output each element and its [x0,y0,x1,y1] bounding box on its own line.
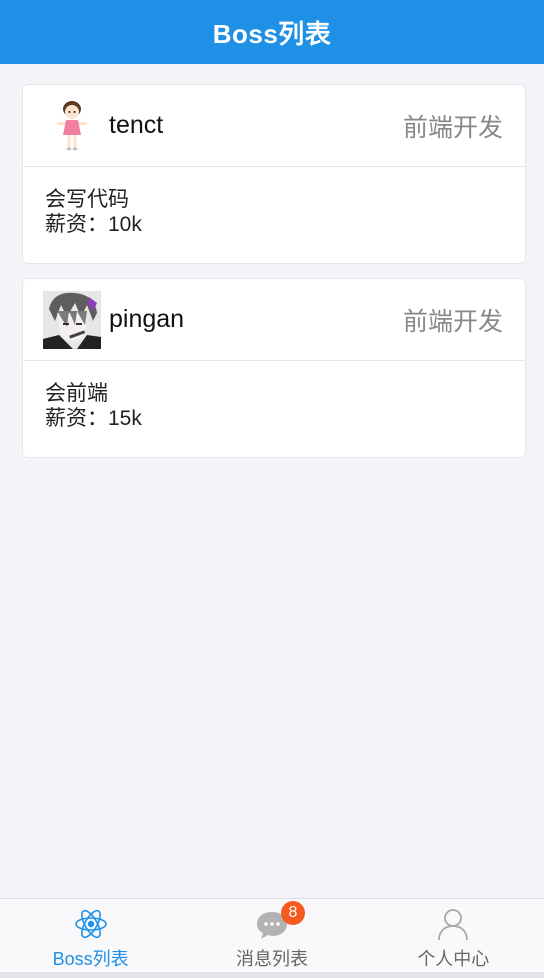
job-description: 会前端 [45,382,108,405]
tab-label: 消息列表 [235,949,308,969]
boss-name: pingan [109,305,185,333]
boss-list: tenct 前端开发 会写代码 薪资：10k pingan 前端开发 会前端 薪… [0,64,544,458]
cartoon-girl-avatar [43,97,101,155]
boss-card[interactable]: pingan 前端开发 会前端 薪资：15k [22,278,526,458]
app-root: Boss列表 tenct 前端开发 会写代码 薪资：10k pingan 前端开… [0,0,544,978]
card-body: 会写代码 薪资：10k [23,167,525,263]
tab-boss-list[interactable]: Boss列表 [0,899,181,978]
navbar: Boss列表 [0,0,544,64]
boss-card[interactable]: tenct 前端开发 会写代码 薪资：10k [22,84,526,264]
chat-bubble-icon: 8 [255,901,305,941]
atom-icon [74,907,108,941]
tab-messages[interactable]: 8 消息列表 [181,899,362,978]
job-description: 会写代码 [45,188,129,211]
navbar-title: Boss列表 [212,18,332,49]
salary-text: 薪资：15k [45,407,142,430]
tab-bar: Boss列表 8 消息列表 个人中心 [0,898,544,978]
job-position: 前端开发 [402,113,503,142]
boss-name: tenct [109,111,164,139]
tab-profile[interactable]: 个人中心 [363,899,544,978]
salary-text: 薪资：10k [45,213,142,236]
user-icon [436,907,470,941]
anime-boy-avatar [43,290,101,349]
tab-label: Boss列表 [52,949,129,969]
bottom-strip [0,972,544,978]
unread-badge: 8 [280,901,305,925]
tab-label: 个人中心 [417,949,490,969]
card-header: tenct 前端开发 [23,85,525,167]
card-body: 会前端 薪资：15k [23,361,525,457]
card-header: pingan 前端开发 [23,279,525,361]
job-position: 前端开发 [402,307,503,336]
